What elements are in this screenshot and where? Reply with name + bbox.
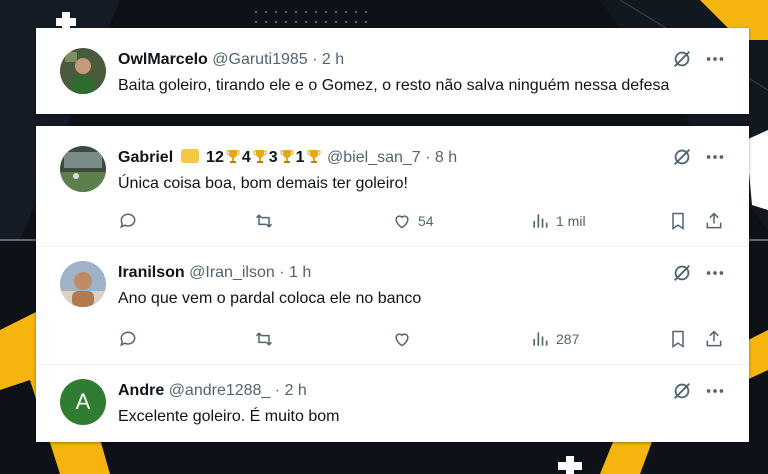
more-options-icon[interactable] [704, 48, 726, 70]
grok-icon[interactable] [671, 380, 693, 402]
heart-icon [395, 215, 409, 229]
reply-icon [120, 331, 136, 347]
author-name[interactable]: Andre [118, 382, 164, 399]
tweet-andre[interactable]: A Andre @andre1288_ · 2 h Excelente gole… [36, 365, 749, 442]
tweet-iranilson[interactable]: Iranilson @Iran_ilson · 1 h Ano que vem … [36, 247, 749, 364]
more-options-icon[interactable] [704, 380, 726, 402]
grok-icon[interactable] [671, 146, 693, 168]
trophy-icon [253, 150, 267, 163]
author-handle[interactable]: @andre1288_ [169, 382, 271, 399]
like-button[interactable]: 54 [392, 210, 452, 232]
view-count: 287 [556, 331, 580, 347]
tweet-text: Única coisa boa, bom demais ter goleiro! [118, 175, 408, 192]
views-icon [533, 332, 548, 346]
avatar[interactable] [60, 146, 106, 192]
bookmark-icon [672, 330, 684, 348]
repost-icon [255, 332, 273, 346]
tweet-card-top: OwlMarcelo @Garuti1985 · 2 h Baita golei… [36, 28, 749, 114]
view-count: 1 mil [556, 213, 586, 229]
repost-icon [255, 214, 273, 228]
reply-button[interactable] [118, 210, 142, 232]
views-icon [533, 214, 548, 228]
author-handle[interactable]: @biel_san_7 [327, 149, 421, 166]
share-button[interactable] [704, 328, 728, 350]
trophy-icon [307, 150, 321, 163]
grok-icon[interactable] [671, 48, 693, 70]
badge-count: 12 [206, 149, 224, 166]
badge-count: 1 [295, 149, 305, 166]
emoji-icon [180, 149, 199, 163]
avatar[interactable]: A [60, 379, 106, 425]
tweet-gabriel[interactable]: Gabriel 12 4 3 1 @biel_san_7 · 8 h Única co… [36, 126, 749, 246]
timestamp[interactable]: · 2 h [312, 51, 344, 68]
timestamp[interactable]: · 2 h [275, 382, 307, 399]
trophy-icon [226, 150, 240, 163]
bookmark-button[interactable] [668, 328, 692, 350]
share-icon [706, 212, 722, 229]
tweet-owlmarcelo[interactable]: OwlMarcelo @Garuti1985 · 2 h Baita golei… [36, 28, 749, 114]
author-name[interactable]: OwlMarcelo [118, 51, 208, 68]
repost-button[interactable] [254, 328, 278, 350]
tweet-card-replies: Gabriel 12 4 3 1 @biel_san_7 · 8 h Única co… [36, 126, 749, 442]
reply-button[interactable] [118, 328, 142, 350]
bookmark-button[interactable] [668, 210, 692, 232]
share-icon [706, 330, 722, 347]
avatar[interactable] [60, 48, 106, 94]
views-button[interactable]: 1 mil [530, 210, 610, 232]
heart-icon [395, 333, 409, 347]
bookmark-icon [672, 212, 684, 230]
badge-count: 4 [241, 149, 251, 166]
tweet-text: Excelente goleiro. É muito bom [118, 408, 340, 425]
reply-icon [120, 213, 136, 229]
more-options-icon[interactable] [704, 262, 726, 284]
author-name[interactable]: Gabriel [118, 149, 173, 166]
avatar[interactable] [60, 261, 106, 307]
more-options-icon[interactable] [704, 146, 726, 168]
badge-count: 3 [268, 149, 278, 166]
timestamp[interactable]: · 8 h [425, 149, 457, 166]
views-button[interactable]: 287 [530, 328, 610, 350]
timestamp[interactable]: · 1 h [279, 264, 311, 281]
author-handle[interactable]: @Garuti1985 [212, 51, 307, 68]
author-handle[interactable]: @Iran_ilson [189, 264, 275, 281]
trophy-icon [280, 150, 294, 163]
tweet-text: Ano que vem o pardal coloca ele no banco [118, 290, 422, 307]
share-button[interactable] [704, 210, 728, 232]
author-name[interactable]: Iranilson [118, 264, 185, 281]
like-button[interactable] [392, 328, 416, 350]
tweet-text: Baita goleiro, tirando ele e o Gomez, o … [118, 77, 670, 94]
grok-icon[interactable] [671, 262, 693, 284]
repost-button[interactable] [254, 210, 278, 232]
like-count: 54 [418, 213, 434, 229]
